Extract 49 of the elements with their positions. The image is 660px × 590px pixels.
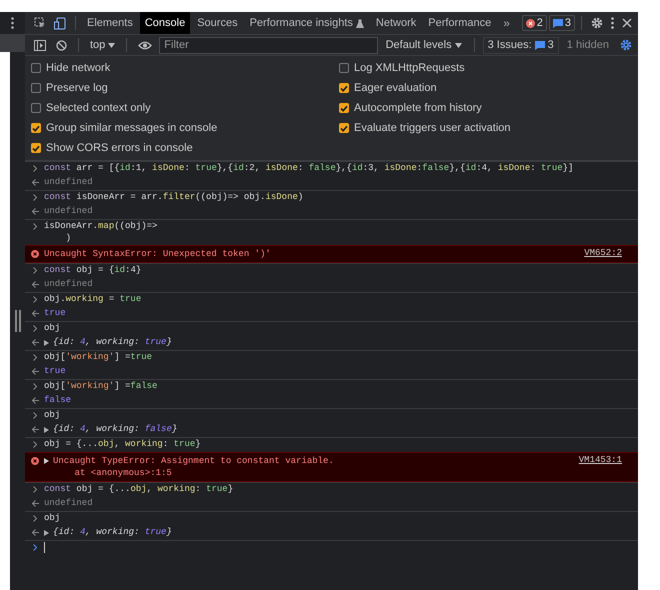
panel-tab[interactable]: Performance insights [244,12,369,34]
command-text: const obj = {id:4} [44,265,142,276]
result-text: undefined [44,177,93,188]
setting-label: Eager evaluation [354,82,437,94]
context-dropdown[interactable]: top [87,39,118,51]
filter-field[interactable]: Filter [159,36,378,54]
object-preview[interactable]: {id: 4, working: true} [53,337,172,348]
result-text: undefined [44,498,93,510]
command-text: const obj = {...obj, working: true} [44,484,234,496]
setting-label: Evaluate triggers user activation [354,122,511,134]
error-count-badge[interactable]: 2 [522,15,547,31]
error-message: Uncaught TypeError: Assignment to constant variable. at <anonymous>:1:5 [53,455,334,479]
result-text: true [44,308,66,320]
message-count-badge[interactable]: 3 [548,15,575,31]
setting-label: Show CORS errors in console [46,142,193,154]
result-text: undefined [44,279,93,290]
setting-label: Log XMLHttpRequests [354,62,465,74]
command-text: const isDoneArr = arr.filter((obj)=> obj.isDone) [44,192,304,204]
object-preview[interactable]: {id: 4, working: true} [53,527,172,538]
setting-label: Selected context only [46,102,151,114]
log-levels-dropdown[interactable]: Default levels [382,39,466,51]
command-text: const arr = [{id:1, isDone: true},{id:2, isDone: false},{id:3, isDone:false},{id:4, isDone: true}] [44,163,574,174]
source-link[interactable]: VM652:2 [584,248,622,258]
setting-label: Group similar messages in console [46,122,218,134]
command-text: obj['working'] =true [44,352,152,364]
setting-label: Autocomplete from history [354,102,482,114]
setting-label: Preserve log [46,82,108,94]
issues-button[interactable]: 3 Issues: 3 [482,36,559,54]
command-text: obj [44,323,60,334]
panel-tab[interactable]: Performance [423,12,496,34]
more-tabs-button[interactable]: » [498,16,515,30]
object-preview[interactable]: {id: 4, working: false} [53,424,178,436]
panel-tab[interactable]: Network [370,12,422,34]
command-text: isDoneArr.map((obj)=> ) [44,221,158,244]
command-text: obj['working'] =false [44,381,158,392]
command-text: obj.working = true [44,294,142,306]
setting-label: Hide network [46,62,110,74]
command-text: obj [44,410,60,422]
result-text: true [44,366,66,378]
error-message: Uncaught SyntaxError: Unexpected token ')' [44,248,271,260]
command-text: obj = {...obj, working: true} [44,439,201,450]
panel-tab[interactable]: Sources [192,12,243,34]
panel-tab[interactable]: Console [140,12,190,34]
source-link[interactable]: VM1453:1 [578,455,622,465]
panel-tab[interactable]: Elements [82,12,138,34]
result-text: undefined [44,206,93,218]
result-text: false [44,395,72,406]
command-text: obj [44,513,60,524]
hidden-count: 1 hidden [566,39,610,51]
